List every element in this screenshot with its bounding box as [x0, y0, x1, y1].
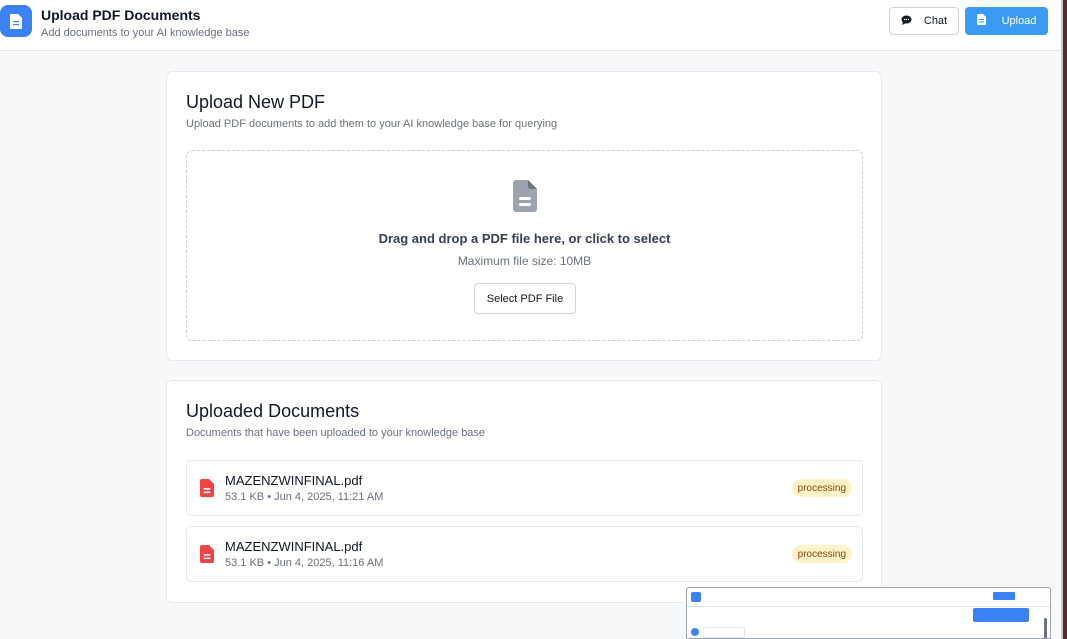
window-edge — [1061, 0, 1067, 639]
thumbnail-button — [1019, 592, 1043, 600]
upload-card: Upload New PDF Upload PDF documents to a… — [166, 71, 882, 361]
thumbnail-button — [993, 592, 1015, 600]
pdf-file-icon — [200, 479, 214, 497]
document-icon — [0, 5, 32, 37]
status-badge: processing — [791, 545, 852, 563]
page-subtitle: Add documents to your AI knowledge base — [41, 27, 250, 39]
chat-button[interactable]: Chat — [889, 7, 959, 35]
select-pdf-button[interactable]: Select PDF File — [474, 283, 576, 314]
thumbnail-user-message — [973, 608, 1029, 622]
upload-card-title: Upload New PDF — [186, 92, 326, 112]
thumbnail-logo-icon — [691, 592, 701, 602]
pdf-dropzone[interactable]: Drag and drop a PDF file here, or click … — [186, 150, 863, 341]
file-icon — [976, 14, 986, 28]
pdf-file-icon — [200, 545, 214, 563]
chat-bubble-icon — [901, 15, 912, 28]
thumbnail-button — [977, 592, 991, 600]
upload-button[interactable]: Upload — [965, 7, 1048, 35]
document-meta: 53.1 KB • Jun 4, 2025, 11:21 AM — [225, 491, 384, 503]
page-title: Upload PDF Documents — [41, 7, 201, 23]
upload-button-label: Upload — [1001, 15, 1037, 27]
uploaded-documents-card: Uploaded Documents Documents that have b… — [166, 380, 882, 603]
document-row[interactable]: MAZENZWINFINAL.pdf 53.1 KB • Jun 4, 2025… — [186, 526, 863, 582]
status-badge: processing — [791, 479, 852, 497]
document-meta: 53.1 KB • Jun 4, 2025, 11:16 AM — [225, 557, 384, 569]
dropzone-text: Drag and drop a PDF file here, or click … — [378, 231, 671, 246]
app-header: Upload PDF Documents Add documents to yo… — [0, 0, 1061, 51]
thumbnail-header — [687, 588, 1050, 607]
thumbnail-scrollbar — [1044, 618, 1047, 638]
thumbnail-bot-message — [703, 627, 745, 638]
dropzone-size-limit: Maximum file size: 10MB — [457, 254, 592, 268]
chat-button-label: Chat — [923, 15, 948, 27]
docs-card-description: Documents that have been uploaded to you… — [186, 427, 486, 439]
docs-card-title: Uploaded Documents — [186, 401, 360, 421]
document-icon — [513, 180, 537, 212]
document-name: MAZENZWINFINAL.pdf — [225, 473, 363, 488]
document-name: MAZENZWINFINAL.pdf — [225, 539, 363, 554]
thumbnail-bot-avatar — [691, 628, 699, 636]
upload-card-description: Upload PDF documents to add them to your… — [186, 118, 558, 130]
document-row[interactable]: MAZENZWINFINAL.pdf 53.1 KB • Jun 4, 2025… — [186, 460, 863, 516]
window-preview-thumbnail[interactable] — [686, 587, 1051, 639]
